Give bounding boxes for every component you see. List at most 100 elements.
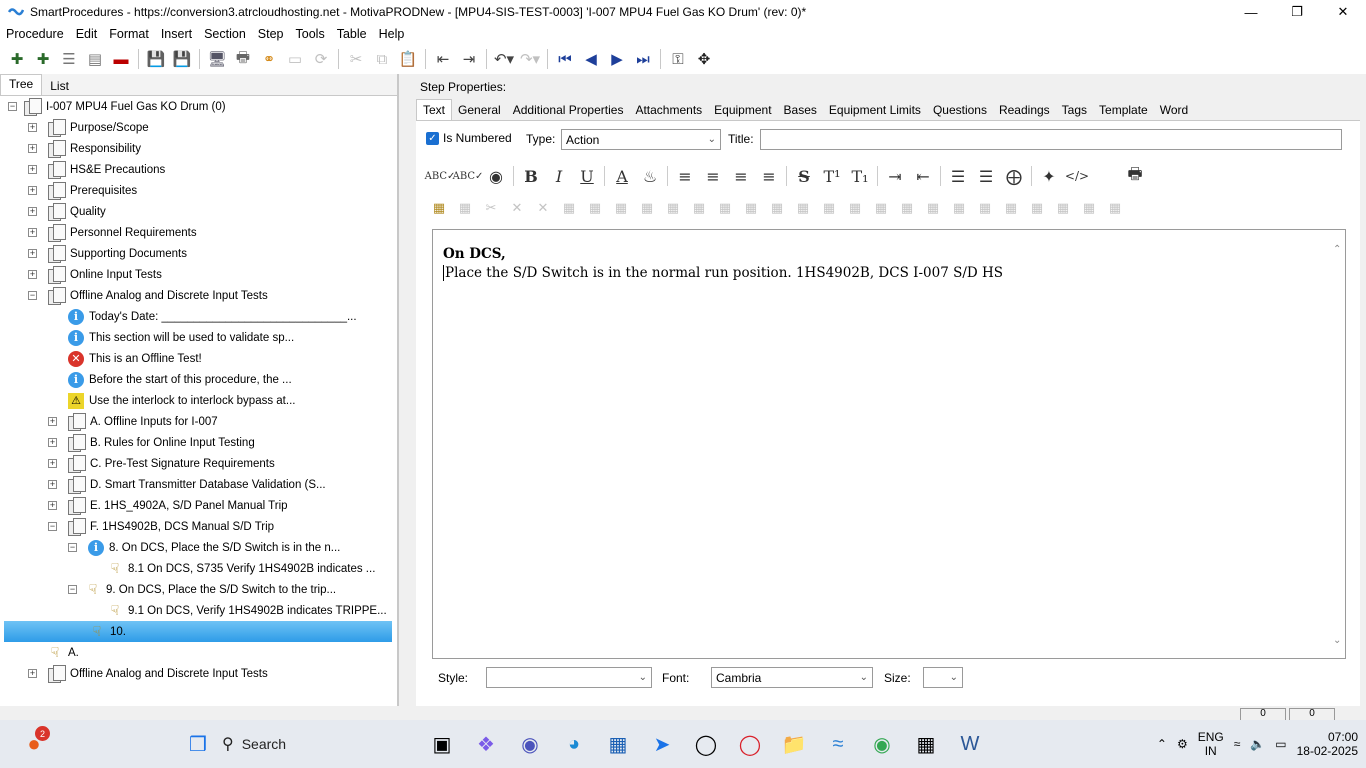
size-select[interactable]: ⌄ (923, 667, 963, 688)
align-center-icon[interactable]: ≡ (699, 163, 727, 189)
window-icon[interactable]: ▭ (282, 47, 308, 71)
tab-questions[interactable]: Questions (927, 100, 993, 120)
insert-table-icon[interactable]: ▦ (426, 197, 452, 219)
table-icon[interactable]: ✕ (504, 197, 530, 219)
table-icon[interactable]: ▦ (712, 197, 738, 219)
editor-scrollbar[interactable]: ⌃ ⌄ (1331, 230, 1345, 658)
table-icon[interactable]: ▦ (1050, 197, 1076, 219)
font-color-icon[interactable]: A (608, 163, 636, 189)
table-icon[interactable]: ▦ (452, 197, 478, 219)
tree-item[interactable]: + Offline Analog and Discrete Input Tests (28, 663, 268, 684)
publish-icon[interactable]: 🖥 (204, 47, 230, 71)
table-icon[interactable]: ▦ (764, 197, 790, 219)
menu-edit[interactable]: Edit (70, 27, 104, 41)
table-icon[interactable]: ▦ (816, 197, 842, 219)
thesaurus-icon[interactable]: ◉ (482, 163, 510, 189)
table-icon[interactable]: ▦ (842, 197, 868, 219)
menu-insert[interactable]: Insert (155, 27, 198, 41)
redo-icon[interactable]: ↷▾ (517, 47, 543, 71)
paste-icon[interactable]: 📋 (395, 47, 421, 71)
tree-item[interactable]: ☟ A. (46, 642, 79, 663)
table-icon[interactable]: ▦ (582, 197, 608, 219)
app-icon[interactable]: ▦ (906, 724, 946, 764)
tree-item[interactable]: − ☟ 9. On DCS, Place the S/D Switch to the… (68, 579, 336, 600)
tab-readings[interactable]: Readings (993, 100, 1056, 120)
bullet-list-icon[interactable]: ☰ (944, 163, 972, 189)
print-preview-icon[interactable]: 🖶 (1121, 163, 1149, 189)
align-left-icon[interactable]: ≡ (671, 163, 699, 189)
redo-disabled-icon[interactable]: ⟳ (308, 47, 334, 71)
justify-icon[interactable]: ≡ (755, 163, 783, 189)
table-icon[interactable]: ▦ (660, 197, 686, 219)
cut-icon[interactable]: ✂ (343, 47, 369, 71)
menu-format[interactable]: Format (103, 27, 155, 41)
file-explorer-icon[interactable]: 📁 (774, 724, 814, 764)
volume-icon[interactable]: 🔈 (1250, 737, 1265, 751)
save-all-icon[interactable]: 💾 (143, 47, 169, 71)
tree-item[interactable]: i Today's Date: _________________________… (68, 306, 357, 327)
table-icon[interactable]: ▦ (998, 197, 1024, 219)
spell-icon[interactable]: ⚿ (665, 47, 691, 71)
menu-procedure[interactable]: Procedure (0, 27, 70, 41)
tree-item[interactable]: i Before the start of this procedure, the… (68, 369, 292, 390)
undo-icon[interactable]: ↶▾ (491, 47, 517, 71)
table-icon[interactable]: ✂ (478, 197, 504, 219)
bold-icon[interactable]: B (517, 163, 545, 189)
tree-item[interactable]: + D. Smart Transmitter Database Validatio… (48, 474, 326, 495)
previous-icon[interactable]: ◀ (578, 47, 604, 71)
task-view-icon[interactable]: ▣ (422, 724, 462, 764)
magic-wand-icon[interactable]: ✦ (1035, 163, 1063, 189)
tree-item[interactable]: ⚠ Use the interlock to interlock bypass a… (68, 390, 295, 411)
underline-icon[interactable]: U (573, 163, 601, 189)
table-icon[interactable]: ▦ (608, 197, 634, 219)
table-icon[interactable]: ▦ (1102, 197, 1128, 219)
indent-icon[interactable]: ⇥ (456, 47, 482, 71)
edge-icon[interactable]: ◕ (554, 724, 594, 764)
start-icon[interactable]: ❒ (178, 724, 218, 764)
table-icon[interactable]: ▦ (1024, 197, 1050, 219)
outdent-icon[interactable]: ⇤ (430, 47, 456, 71)
tree-item[interactable]: + Supporting Documents (28, 243, 187, 264)
tree-item[interactable]: + A. Offline Inputs for I-007 (48, 411, 218, 432)
first-icon[interactable]: ⏮ (552, 47, 578, 71)
print-icon[interactable]: 🖶 (230, 47, 256, 71)
decrease-indent-icon[interactable]: ⇤ (909, 163, 937, 189)
tree-item[interactable]: ☟ 9.1 On DCS, Verify 1HS4902B indicates T… (106, 600, 387, 621)
tab-equipment[interactable]: Equipment (708, 100, 777, 120)
table-icon[interactable]: ▦ (894, 197, 920, 219)
table-icon[interactable]: ▦ (790, 197, 816, 219)
menu-tools[interactable]: Tools (290, 27, 331, 41)
network-settings-icon[interactable]: ⚙ (1177, 737, 1188, 751)
word-icon[interactable]: W (950, 724, 990, 764)
superscript-icon[interactable]: T¹ (818, 163, 846, 189)
table-icon[interactable]: ▦ (738, 197, 764, 219)
menu-section[interactable]: Section (198, 27, 252, 41)
italic-icon[interactable]: I (545, 163, 573, 189)
list-detail-icon[interactable]: ▤ (82, 47, 108, 71)
tab-attachments[interactable]: Attachments (629, 100, 708, 120)
tab-tags[interactable]: Tags (1056, 100, 1093, 120)
tab-template[interactable]: Template (1093, 100, 1154, 120)
power-automate-icon[interactable]: ➤ (642, 724, 682, 764)
list-icon[interactable]: ☰ (56, 47, 82, 71)
add-child-icon[interactable]: ✚ (30, 47, 56, 71)
next-icon[interactable]: ▶ (604, 47, 630, 71)
table-icon[interactable]: ▦ (556, 197, 582, 219)
tree-item[interactable]: + Personnel Requirements (28, 222, 197, 243)
search-box[interactable]: ⚲ Search (222, 728, 422, 760)
subscript-icon[interactable]: T₁ (846, 163, 874, 189)
widgets-icon[interactable]: ● 2 (14, 724, 54, 764)
menu-table[interactable]: Table (331, 27, 373, 41)
table-icon[interactable]: ▦ (868, 197, 894, 219)
menu-step[interactable]: Step (252, 27, 290, 41)
chevron-up-icon[interactable]: ⌃ (1157, 737, 1167, 751)
clock[interactable]: 07:00 18-02-2025 (1297, 730, 1358, 758)
tab-additional-properties[interactable]: Additional Properties (507, 100, 630, 120)
smartprocedures-icon[interactable]: ≈ (818, 724, 858, 764)
pane-splitter[interactable] (398, 74, 406, 706)
tab-list[interactable]: List (42, 77, 77, 95)
fill-color-icon[interactable]: ♨ (636, 163, 664, 189)
tab-tree[interactable]: Tree (0, 74, 43, 95)
link-icon[interactable]: ⚭ (256, 47, 282, 71)
tree-item[interactable]: + Responsibility (28, 138, 141, 159)
